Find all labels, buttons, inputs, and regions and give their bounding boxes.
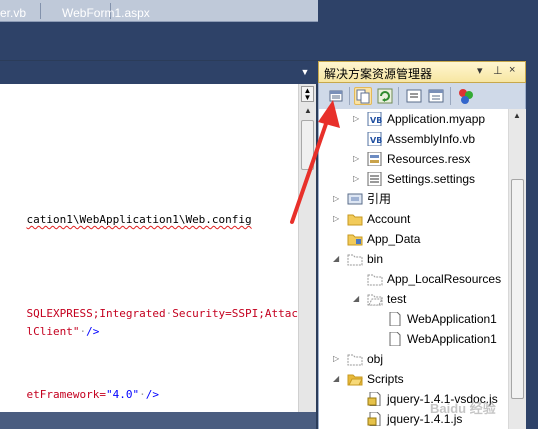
solution-explorer-toolbar — [318, 83, 526, 109]
tab-webform1-aspx[interactable]: WebForm1.aspx — [62, 4, 150, 23]
tree-node-label: obj — [367, 352, 384, 366]
hidden-folder-icon — [347, 252, 363, 266]
window-position-icon[interactable]: ▾ — [477, 64, 483, 77]
resx-file-icon — [367, 151, 383, 167]
file-icon — [387, 311, 403, 327]
properties-icon[interactable] — [327, 87, 345, 105]
code-line: lClient"·/> — [0, 312, 100, 351]
tree-node-label: test — [387, 292, 407, 306]
tree-node-label: App_LocalResources — [387, 272, 502, 286]
folder-icon — [347, 212, 363, 226]
code-text: lClient" — [26, 325, 80, 338]
toolbar-separator — [398, 87, 399, 105]
svg-text:VB: VB — [370, 116, 382, 125]
expand-arrow-icon[interactable]: ▷ — [333, 349, 343, 369]
tab-dropdown-icon[interactable]: ▼ — [299, 66, 311, 78]
scroll-up-icon[interactable]: ▲ — [302, 106, 314, 118]
vb-file-icon: VB — [367, 131, 383, 147]
tree-node-label: App_Data — [367, 232, 421, 246]
code-text: cation1\WebApplication1\Web.config — [26, 213, 252, 226]
hidden-folder-icon — [347, 352, 363, 366]
code-text: etFramework= — [26, 388, 106, 401]
js-file-icon — [367, 391, 383, 407]
scroll-thumb[interactable] — [301, 120, 314, 170]
code-text: "4.0" — [105, 388, 140, 401]
show-all-files-icon[interactable] — [354, 87, 372, 105]
special-folder-icon — [347, 232, 363, 246]
scroll-up-icon[interactable]: ▲ — [513, 111, 521, 120]
view-designer-icon[interactable] — [427, 87, 445, 105]
toolbar-separator — [349, 87, 350, 105]
toolbar-separator — [40, 3, 41, 19]
code-editor[interactable]: cation1\WebApplication1\Web.config SQLEX… — [0, 84, 316, 412]
svg-text:VB: VB — [370, 136, 382, 145]
expand-arrow-icon[interactable]: ▷ — [333, 209, 343, 229]
collapse-arrow-icon[interactable]: ◢ — [333, 369, 343, 389]
refresh-icon[interactable] — [376, 87, 394, 105]
tree-node-label: 引用 — [367, 192, 392, 206]
code-text: /> — [145, 388, 159, 401]
hidden-folder-open-icon — [367, 292, 383, 306]
solution-tree[interactable]: ▷ VB Application.myapp VB AssemblyInfo.vb ▷ Re… — [318, 109, 508, 429]
tree-node-label: WebApplication1 — [407, 312, 497, 326]
tree-node-label: AssemblyInfo.vb — [387, 132, 476, 146]
tree-scrollbar[interactable]: ▲ — [508, 109, 526, 429]
folder-open-icon — [347, 372, 363, 386]
ide-right-edge — [526, 60, 538, 429]
tree-node-label: WebApplication1 — [407, 332, 497, 346]
code-text: Security=SSPI;AttachD — [172, 307, 312, 320]
expand-arrow-icon[interactable]: ▷ — [353, 109, 363, 129]
code-line: etFramework="4.0"·/> — [0, 375, 159, 412]
code-text: /> — [86, 325, 100, 338]
expand-arrow-icon[interactable]: ▷ — [353, 169, 363, 189]
code-line: cation1\WebApplication1\Web.config — [0, 200, 252, 239]
view-code-icon[interactable] — [405, 87, 423, 105]
collapse-arrow-icon[interactable]: ◢ — [353, 289, 363, 309]
expand-arrow-icon[interactable]: ▷ — [333, 189, 343, 209]
output-panel-header — [0, 412, 316, 429]
solution-explorer-title-bar: 解决方案资源管理器 ▾ ⊥ × — [318, 61, 526, 83]
file-icon — [387, 331, 403, 347]
whitespace-dot: · — [139, 388, 146, 401]
main-toolbar — [0, 0, 318, 22]
close-icon[interactable]: × — [509, 64, 515, 76]
tree-node-label: bin — [367, 252, 384, 266]
watermark: Baidu 经验 — [430, 401, 496, 416]
tree-node-label: Application.myapp — [387, 112, 486, 126]
scroll-thumb[interactable] — [511, 179, 524, 399]
splitter-icon[interactable]: ▲ ▼ — [301, 86, 314, 102]
collapse-arrow-icon[interactable]: ◢ — [333, 249, 343, 269]
tree-node-label: Account — [367, 212, 411, 226]
tree-node-label: Scripts — [367, 372, 404, 386]
tree-node-label: Resources.resx — [387, 152, 471, 166]
panel-title: 解决方案资源管理器 — [324, 67, 433, 81]
settings-file-icon — [367, 171, 383, 187]
js-file-icon — [367, 411, 383, 427]
expand-arrow-icon[interactable]: ▷ — [353, 149, 363, 169]
tab-er-vb[interactable]: er.vb — [0, 4, 26, 23]
vb-file-icon: VB — [367, 111, 383, 127]
toolbar-separator — [450, 87, 451, 105]
auto-hide-pin-icon[interactable]: ⊥ — [493, 64, 503, 77]
class-diagram-icon[interactable] — [457, 87, 475, 105]
tree-node-label: Settings.settings — [387, 172, 476, 186]
references-icon — [347, 192, 363, 206]
hidden-folder-icon — [367, 272, 383, 286]
editor-tab-strip — [0, 61, 318, 84]
editor-scrollbar[interactable]: ▲ ▼ ▲ — [298, 84, 316, 412]
